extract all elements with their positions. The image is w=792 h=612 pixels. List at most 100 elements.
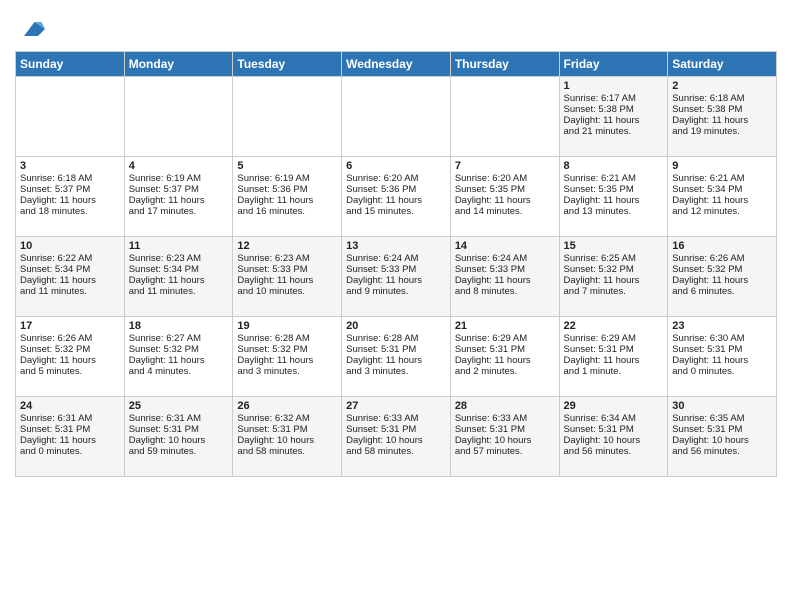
calendar-cell: 4Sunrise: 6:19 AMSunset: 5:37 PMDaylight… bbox=[124, 157, 233, 237]
day-info: Daylight: 11 hours bbox=[20, 195, 120, 206]
day-info: Sunrise: 6:34 AM bbox=[564, 413, 664, 424]
header bbox=[15, 10, 777, 43]
day-info: Sunrise: 6:33 AM bbox=[455, 413, 555, 424]
day-info: Sunrise: 6:23 AM bbox=[129, 253, 229, 264]
calendar-cell: 14Sunrise: 6:24 AMSunset: 5:33 PMDayligh… bbox=[450, 237, 559, 317]
calendar-cell: 29Sunrise: 6:34 AMSunset: 5:31 PMDayligh… bbox=[559, 397, 668, 477]
week-row-2: 10Sunrise: 6:22 AMSunset: 5:34 PMDayligh… bbox=[16, 237, 777, 317]
day-info: Daylight: 11 hours bbox=[564, 195, 664, 206]
day-info: Sunrise: 6:26 AM bbox=[20, 333, 120, 344]
calendar-cell: 1Sunrise: 6:17 AMSunset: 5:38 PMDaylight… bbox=[559, 77, 668, 157]
day-info: Sunrise: 6:23 AM bbox=[237, 253, 337, 264]
day-number: 19 bbox=[237, 320, 337, 332]
day-info: Sunset: 5:36 PM bbox=[237, 184, 337, 195]
day-number: 28 bbox=[455, 400, 555, 412]
day-info: Sunrise: 6:24 AM bbox=[455, 253, 555, 264]
day-info: and 56 minutes. bbox=[564, 446, 664, 457]
day-info: and 3 minutes. bbox=[346, 366, 446, 377]
logo bbox=[15, 15, 45, 43]
day-info: and 58 minutes. bbox=[237, 446, 337, 457]
calendar-cell: 23Sunrise: 6:30 AMSunset: 5:31 PMDayligh… bbox=[668, 317, 777, 397]
day-info: and 21 minutes. bbox=[564, 126, 664, 137]
day-number: 16 bbox=[672, 240, 772, 252]
day-info: Daylight: 10 hours bbox=[564, 435, 664, 446]
day-info: and 6 minutes. bbox=[672, 286, 772, 297]
day-info: Sunset: 5:33 PM bbox=[455, 264, 555, 275]
day-info: Sunset: 5:37 PM bbox=[20, 184, 120, 195]
logo-icon bbox=[17, 15, 45, 43]
day-info: Sunset: 5:31 PM bbox=[455, 424, 555, 435]
day-info: Sunset: 5:31 PM bbox=[20, 424, 120, 435]
day-info: Daylight: 11 hours bbox=[20, 355, 120, 366]
day-info: Sunset: 5:34 PM bbox=[672, 184, 772, 195]
calendar-cell: 30Sunrise: 6:35 AMSunset: 5:31 PMDayligh… bbox=[668, 397, 777, 477]
day-info: Sunrise: 6:25 AM bbox=[564, 253, 664, 264]
day-number: 30 bbox=[672, 400, 772, 412]
day-info: Daylight: 11 hours bbox=[564, 275, 664, 286]
day-number: 7 bbox=[455, 160, 555, 172]
day-info: Daylight: 11 hours bbox=[20, 275, 120, 286]
day-info: Daylight: 11 hours bbox=[129, 195, 229, 206]
day-info: and 11 minutes. bbox=[20, 286, 120, 297]
day-info: Sunset: 5:31 PM bbox=[455, 344, 555, 355]
day-number: 22 bbox=[564, 320, 664, 332]
week-row-3: 17Sunrise: 6:26 AMSunset: 5:32 PMDayligh… bbox=[16, 317, 777, 397]
day-info: Sunrise: 6:31 AM bbox=[20, 413, 120, 424]
day-info: Sunset: 5:31 PM bbox=[672, 424, 772, 435]
calendar-cell: 7Sunrise: 6:20 AMSunset: 5:35 PMDaylight… bbox=[450, 157, 559, 237]
calendar-header: SundayMondayTuesdayWednesdayThursdayFrid… bbox=[16, 52, 777, 77]
calendar-cell: 21Sunrise: 6:29 AMSunset: 5:31 PMDayligh… bbox=[450, 317, 559, 397]
day-info: Daylight: 10 hours bbox=[672, 435, 772, 446]
day-info: and 11 minutes. bbox=[129, 286, 229, 297]
day-number: 25 bbox=[129, 400, 229, 412]
day-info: Sunset: 5:31 PM bbox=[346, 344, 446, 355]
calendar-cell: 15Sunrise: 6:25 AMSunset: 5:32 PMDayligh… bbox=[559, 237, 668, 317]
day-info: and 10 minutes. bbox=[237, 286, 337, 297]
day-info: Sunset: 5:35 PM bbox=[455, 184, 555, 195]
day-info: Sunset: 5:32 PM bbox=[672, 264, 772, 275]
day-info: Sunset: 5:31 PM bbox=[564, 424, 664, 435]
day-info: Sunset: 5:31 PM bbox=[129, 424, 229, 435]
week-row-1: 3Sunrise: 6:18 AMSunset: 5:37 PMDaylight… bbox=[16, 157, 777, 237]
day-info: Sunrise: 6:19 AM bbox=[237, 173, 337, 184]
day-number: 21 bbox=[455, 320, 555, 332]
day-number: 9 bbox=[672, 160, 772, 172]
day-info: Sunrise: 6:28 AM bbox=[346, 333, 446, 344]
day-info: Sunrise: 6:18 AM bbox=[672, 93, 772, 104]
day-info: Daylight: 11 hours bbox=[672, 275, 772, 286]
calendar-cell bbox=[16, 77, 125, 157]
calendar-cell: 24Sunrise: 6:31 AMSunset: 5:31 PMDayligh… bbox=[16, 397, 125, 477]
calendar-cell: 9Sunrise: 6:21 AMSunset: 5:34 PMDaylight… bbox=[668, 157, 777, 237]
day-info: and 1 minute. bbox=[564, 366, 664, 377]
day-info: Daylight: 11 hours bbox=[129, 355, 229, 366]
day-info: Sunset: 5:32 PM bbox=[20, 344, 120, 355]
calendar-cell: 20Sunrise: 6:28 AMSunset: 5:31 PMDayligh… bbox=[342, 317, 451, 397]
calendar-cell: 18Sunrise: 6:27 AMSunset: 5:32 PMDayligh… bbox=[124, 317, 233, 397]
day-info: and 5 minutes. bbox=[20, 366, 120, 377]
day-info: Daylight: 11 hours bbox=[455, 275, 555, 286]
day-info: Daylight: 11 hours bbox=[237, 195, 337, 206]
day-number: 29 bbox=[564, 400, 664, 412]
header-day-saturday: Saturday bbox=[668, 52, 777, 77]
day-info: and 58 minutes. bbox=[346, 446, 446, 457]
day-info: Sunset: 5:31 PM bbox=[346, 424, 446, 435]
day-info: Daylight: 10 hours bbox=[237, 435, 337, 446]
day-number: 11 bbox=[129, 240, 229, 252]
calendar-cell: 28Sunrise: 6:33 AMSunset: 5:31 PMDayligh… bbox=[450, 397, 559, 477]
day-number: 10 bbox=[20, 240, 120, 252]
day-info: and 17 minutes. bbox=[129, 206, 229, 217]
day-info: Sunrise: 6:29 AM bbox=[564, 333, 664, 344]
day-number: 4 bbox=[129, 160, 229, 172]
calendar-cell: 8Sunrise: 6:21 AMSunset: 5:35 PMDaylight… bbox=[559, 157, 668, 237]
day-info: Sunrise: 6:28 AM bbox=[237, 333, 337, 344]
day-info: Sunset: 5:38 PM bbox=[564, 104, 664, 115]
header-day-wednesday: Wednesday bbox=[342, 52, 451, 77]
day-number: 2 bbox=[672, 80, 772, 92]
day-info: Daylight: 11 hours bbox=[237, 275, 337, 286]
calendar-cell bbox=[342, 77, 451, 157]
header-day-monday: Monday bbox=[124, 52, 233, 77]
day-info: Sunrise: 6:29 AM bbox=[455, 333, 555, 344]
day-info: and 0 minutes. bbox=[20, 446, 120, 457]
day-info: Sunset: 5:37 PM bbox=[129, 184, 229, 195]
day-info: Sunset: 5:33 PM bbox=[346, 264, 446, 275]
